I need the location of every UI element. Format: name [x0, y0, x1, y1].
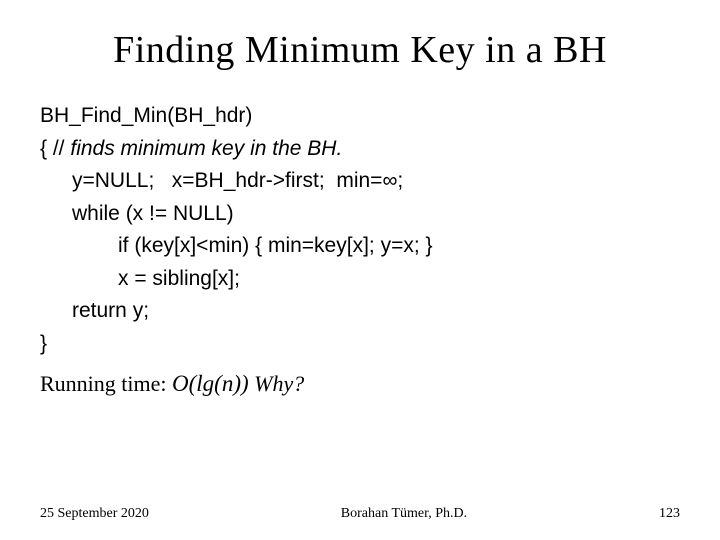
running-prefix: Running time: [40, 371, 172, 396]
code-line: while (x != NULL) [40, 198, 680, 231]
slide-footer: 25 September 2020 Borahan Tümer, Ph.D. 1… [40, 506, 680, 522]
code-line: if (key[x]<min) { min=key[x]; y=x; } [40, 230, 680, 263]
running-time: Running time: O(lg(n)) Why? [40, 366, 680, 402]
running-why: Why? [249, 371, 305, 396]
footer-page: 123 [659, 506, 680, 522]
code-line: return y; [40, 295, 680, 328]
complexity: O(lg(n)) [172, 371, 249, 396]
slide-title: Finding Minimum Key in a BH [40, 28, 680, 72]
footer-date: 25 September 2020 [40, 506, 149, 522]
code-text: { // [40, 137, 70, 160]
code-line: { // finds minimum key in the BH. [40, 133, 680, 166]
footer-author: Borahan Tümer, Ph.D. [341, 506, 467, 522]
code-comment: finds minimum key in the BH. [70, 137, 342, 160]
code-line: y=NULL; x=BH_hdr->first; min=∞; [40, 165, 680, 198]
code-block: BH_Find_Min(BH_hdr) { // finds minimum k… [40, 100, 680, 402]
slide-content: Finding Minimum Key in a BH BH_Find_Min(… [0, 0, 720, 402]
code-line: x = sibling[x]; [40, 263, 680, 296]
code-line: } [40, 328, 680, 361]
code-line: BH_Find_Min(BH_hdr) [40, 100, 680, 133]
